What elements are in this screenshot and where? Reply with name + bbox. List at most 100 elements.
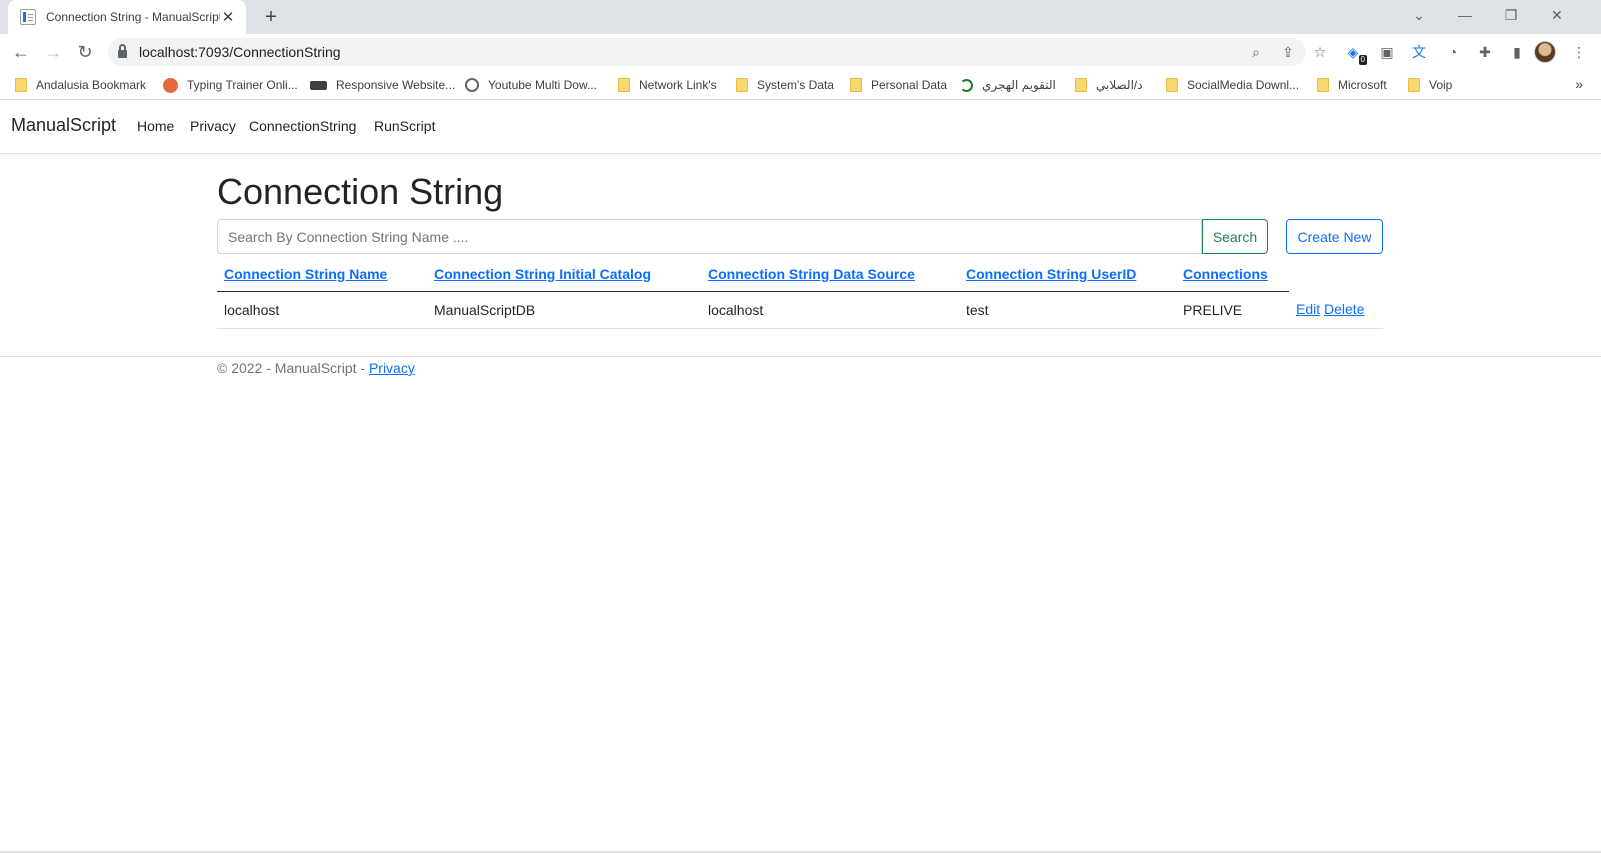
- bookmark-socialmedia[interactable]: SocialMedia Downl...: [1166, 76, 1299, 94]
- create-new-button[interactable]: Create New: [1286, 219, 1383, 254]
- bookmark-label: د/الصلابي: [1096, 78, 1143, 92]
- browser-tab[interactable]: Connection String - ManualScript ✕: [8, 0, 246, 34]
- cell-connections: PRELIVE: [1176, 291, 1289, 329]
- bookmark-systems-data[interactable]: System's Data: [736, 76, 834, 94]
- bookmark-sallabi[interactable]: د/الصلابي: [1075, 76, 1143, 94]
- globe-icon: [465, 78, 479, 92]
- minimize-button[interactable]: —: [1442, 0, 1488, 30]
- nav-link-runscript[interactable]: RunScript: [374, 118, 435, 134]
- browser-toolbar: ← → ↻ localhost:7093/ConnectionString ⌕ …: [0, 34, 1601, 70]
- column-header-catalog: Connection String Initial Catalog: [427, 257, 701, 292]
- sort-by-catalog-link[interactable]: Connection String Initial Catalog: [434, 266, 651, 282]
- column-header-name: Connection String Name: [217, 257, 427, 292]
- table-header-row: Connection String Name Connection String…: [217, 257, 1383, 292]
- sort-by-name-link[interactable]: Connection String Name: [224, 266, 387, 282]
- bookmark-label: Personal Data: [871, 78, 948, 92]
- search-input[interactable]: [217, 219, 1202, 254]
- cell-source: localhost: [701, 291, 959, 329]
- search-button[interactable]: Search: [1202, 219, 1268, 254]
- column-header-source: Connection String Data Source: [701, 257, 959, 292]
- bookmark-voip[interactable]: Voip: [1408, 76, 1452, 94]
- folder-icon: [1075, 78, 1087, 92]
- edit-link[interactable]: Edit: [1296, 301, 1320, 317]
- nav-link-connectionstring[interactable]: ConnectionString: [249, 118, 356, 134]
- bookmark-label: Andalusia Bookmark: [36, 78, 147, 92]
- bookmark-label: Responsive Website...: [336, 78, 456, 92]
- side-panel-icon[interactable]: ▮: [1506, 41, 1528, 63]
- brand-link[interactable]: ManualScript: [11, 115, 116, 136]
- folder-icon: [736, 78, 748, 92]
- tab-title: Connection String - ManualScript: [46, 10, 220, 24]
- bookmark-label: التقويم الهجري: [982, 78, 1056, 92]
- sort-by-source-link[interactable]: Connection String Data Source: [708, 266, 915, 282]
- folder-icon: [618, 78, 630, 92]
- bookmark-network-links[interactable]: Network Link's: [618, 76, 717, 94]
- sort-by-userid-link[interactable]: Connection String UserID: [966, 266, 1136, 282]
- bookmark-label: Network Link's: [639, 78, 717, 92]
- speedometer-icon[interactable]: ◔: [1442, 41, 1464, 63]
- table-row: localhost ManualScriptDB localhost test …: [217, 291, 1383, 329]
- restore-button[interactable]: ❐: [1488, 0, 1534, 30]
- bookmark-label: Typing Trainer Onli...: [187, 78, 298, 92]
- browser-tabstrip: Connection String - ManualScript ✕ + ⌄ —…: [0, 0, 1601, 34]
- folder-icon: [1166, 78, 1178, 92]
- folder-icon: [1408, 78, 1420, 92]
- nav-link-home[interactable]: Home: [137, 118, 174, 134]
- website-icon: [310, 80, 327, 90]
- extensions-puzzle-icon[interactable]: ✚: [1474, 41, 1496, 63]
- nav-link-privacy[interactable]: Privacy: [190, 118, 236, 134]
- bookmark-label: Voip: [1429, 78, 1453, 92]
- delete-link[interactable]: Delete: [1324, 301, 1364, 317]
- back-arrow-icon[interactable]: ←: [8, 39, 34, 65]
- cell-userid: test: [959, 291, 1176, 329]
- crescent-icon: [960, 78, 973, 92]
- share-icon[interactable]: ⇪: [1278, 42, 1298, 62]
- bookmark-microsoft[interactable]: Microsoft: [1317, 76, 1387, 94]
- page-favicon-icon: [20, 9, 36, 25]
- bookmark-personal-data[interactable]: Personal Data: [850, 76, 947, 94]
- footer-privacy-link[interactable]: Privacy: [369, 360, 415, 376]
- folder-icon: [15, 78, 27, 92]
- translate-icon[interactable]: 文: [1408, 41, 1430, 63]
- bookmark-star-icon[interactable]: ☆: [1310, 42, 1330, 62]
- cell-catalog: ManualScriptDB: [427, 291, 701, 329]
- site-navbar: ManualScript Home Privacy ConnectionStri…: [0, 100, 1601, 154]
- bookmark-typing-trainer[interactable]: Typing Trainer Onli...: [163, 76, 298, 94]
- column-header-connections: Connections: [1176, 257, 1289, 292]
- typing-trainer-icon: [163, 77, 178, 93]
- cell-actions: Edit Delete: [1289, 291, 1383, 329]
- forward-arrow-icon[interactable]: →: [40, 39, 66, 65]
- bookmark-youtube-multi[interactable]: Youtube Multi Dow...: [465, 76, 597, 94]
- close-window-button[interactable]: ✕: [1534, 0, 1580, 30]
- footer-divider: [0, 356, 1601, 357]
- new-tab-button[interactable]: +: [258, 4, 284, 30]
- column-header-userid: Connection String UserID: [959, 257, 1176, 292]
- extension-square-icon[interactable]: ▣: [1376, 41, 1398, 63]
- extension-counter-icon[interactable]: ◈ 0: [1342, 41, 1367, 65]
- menu-kebab-icon[interactable]: ⋮: [1568, 41, 1590, 63]
- bookmark-label: Microsoft: [1338, 78, 1387, 92]
- connection-string-table: Connection String Name Connection String…: [217, 257, 1383, 329]
- footer-copyright: © 2022 - ManualScript -: [217, 360, 369, 376]
- extension-badge: 0: [1358, 55, 1367, 65]
- tab-search-chevron-icon[interactable]: ⌄: [1396, 0, 1442, 30]
- footer: © 2022 - ManualScript - Privacy: [217, 360, 415, 376]
- bookmarks-overflow-icon[interactable]: »: [1575, 76, 1583, 92]
- bookmark-andalusia[interactable]: Andalusia Bookmark: [15, 76, 146, 94]
- folder-icon: [850, 78, 862, 92]
- cell-name: localhost: [217, 291, 427, 329]
- bookmarks-bar: Andalusia Bookmark Typing Trainer Onli..…: [0, 70, 1601, 100]
- bookmark-responsive-website[interactable]: Responsive Website...: [310, 76, 455, 94]
- bookmark-label: Youtube Multi Dow...: [488, 78, 597, 92]
- bookmark-label: SocialMedia Downl...: [1187, 78, 1300, 92]
- page-title: Connection String: [217, 171, 504, 212]
- zoom-icon[interactable]: ⌕: [1246, 42, 1266, 62]
- sort-by-connections-link[interactable]: Connections: [1183, 266, 1268, 282]
- tab-close-icon[interactable]: ✕: [220, 8, 236, 26]
- address-bar[interactable]: localhost:7093/ConnectionString ⌕ ⇪ ☆: [108, 38, 1326, 66]
- lock-icon: [118, 44, 127, 58]
- bookmark-hijri-calendar[interactable]: التقويم الهجري: [960, 76, 1056, 94]
- url-text[interactable]: localhost:7093/ConnectionString: [139, 44, 341, 60]
- reload-icon[interactable]: ↻: [72, 39, 98, 65]
- profile-avatar[interactable]: [1534, 41, 1556, 63]
